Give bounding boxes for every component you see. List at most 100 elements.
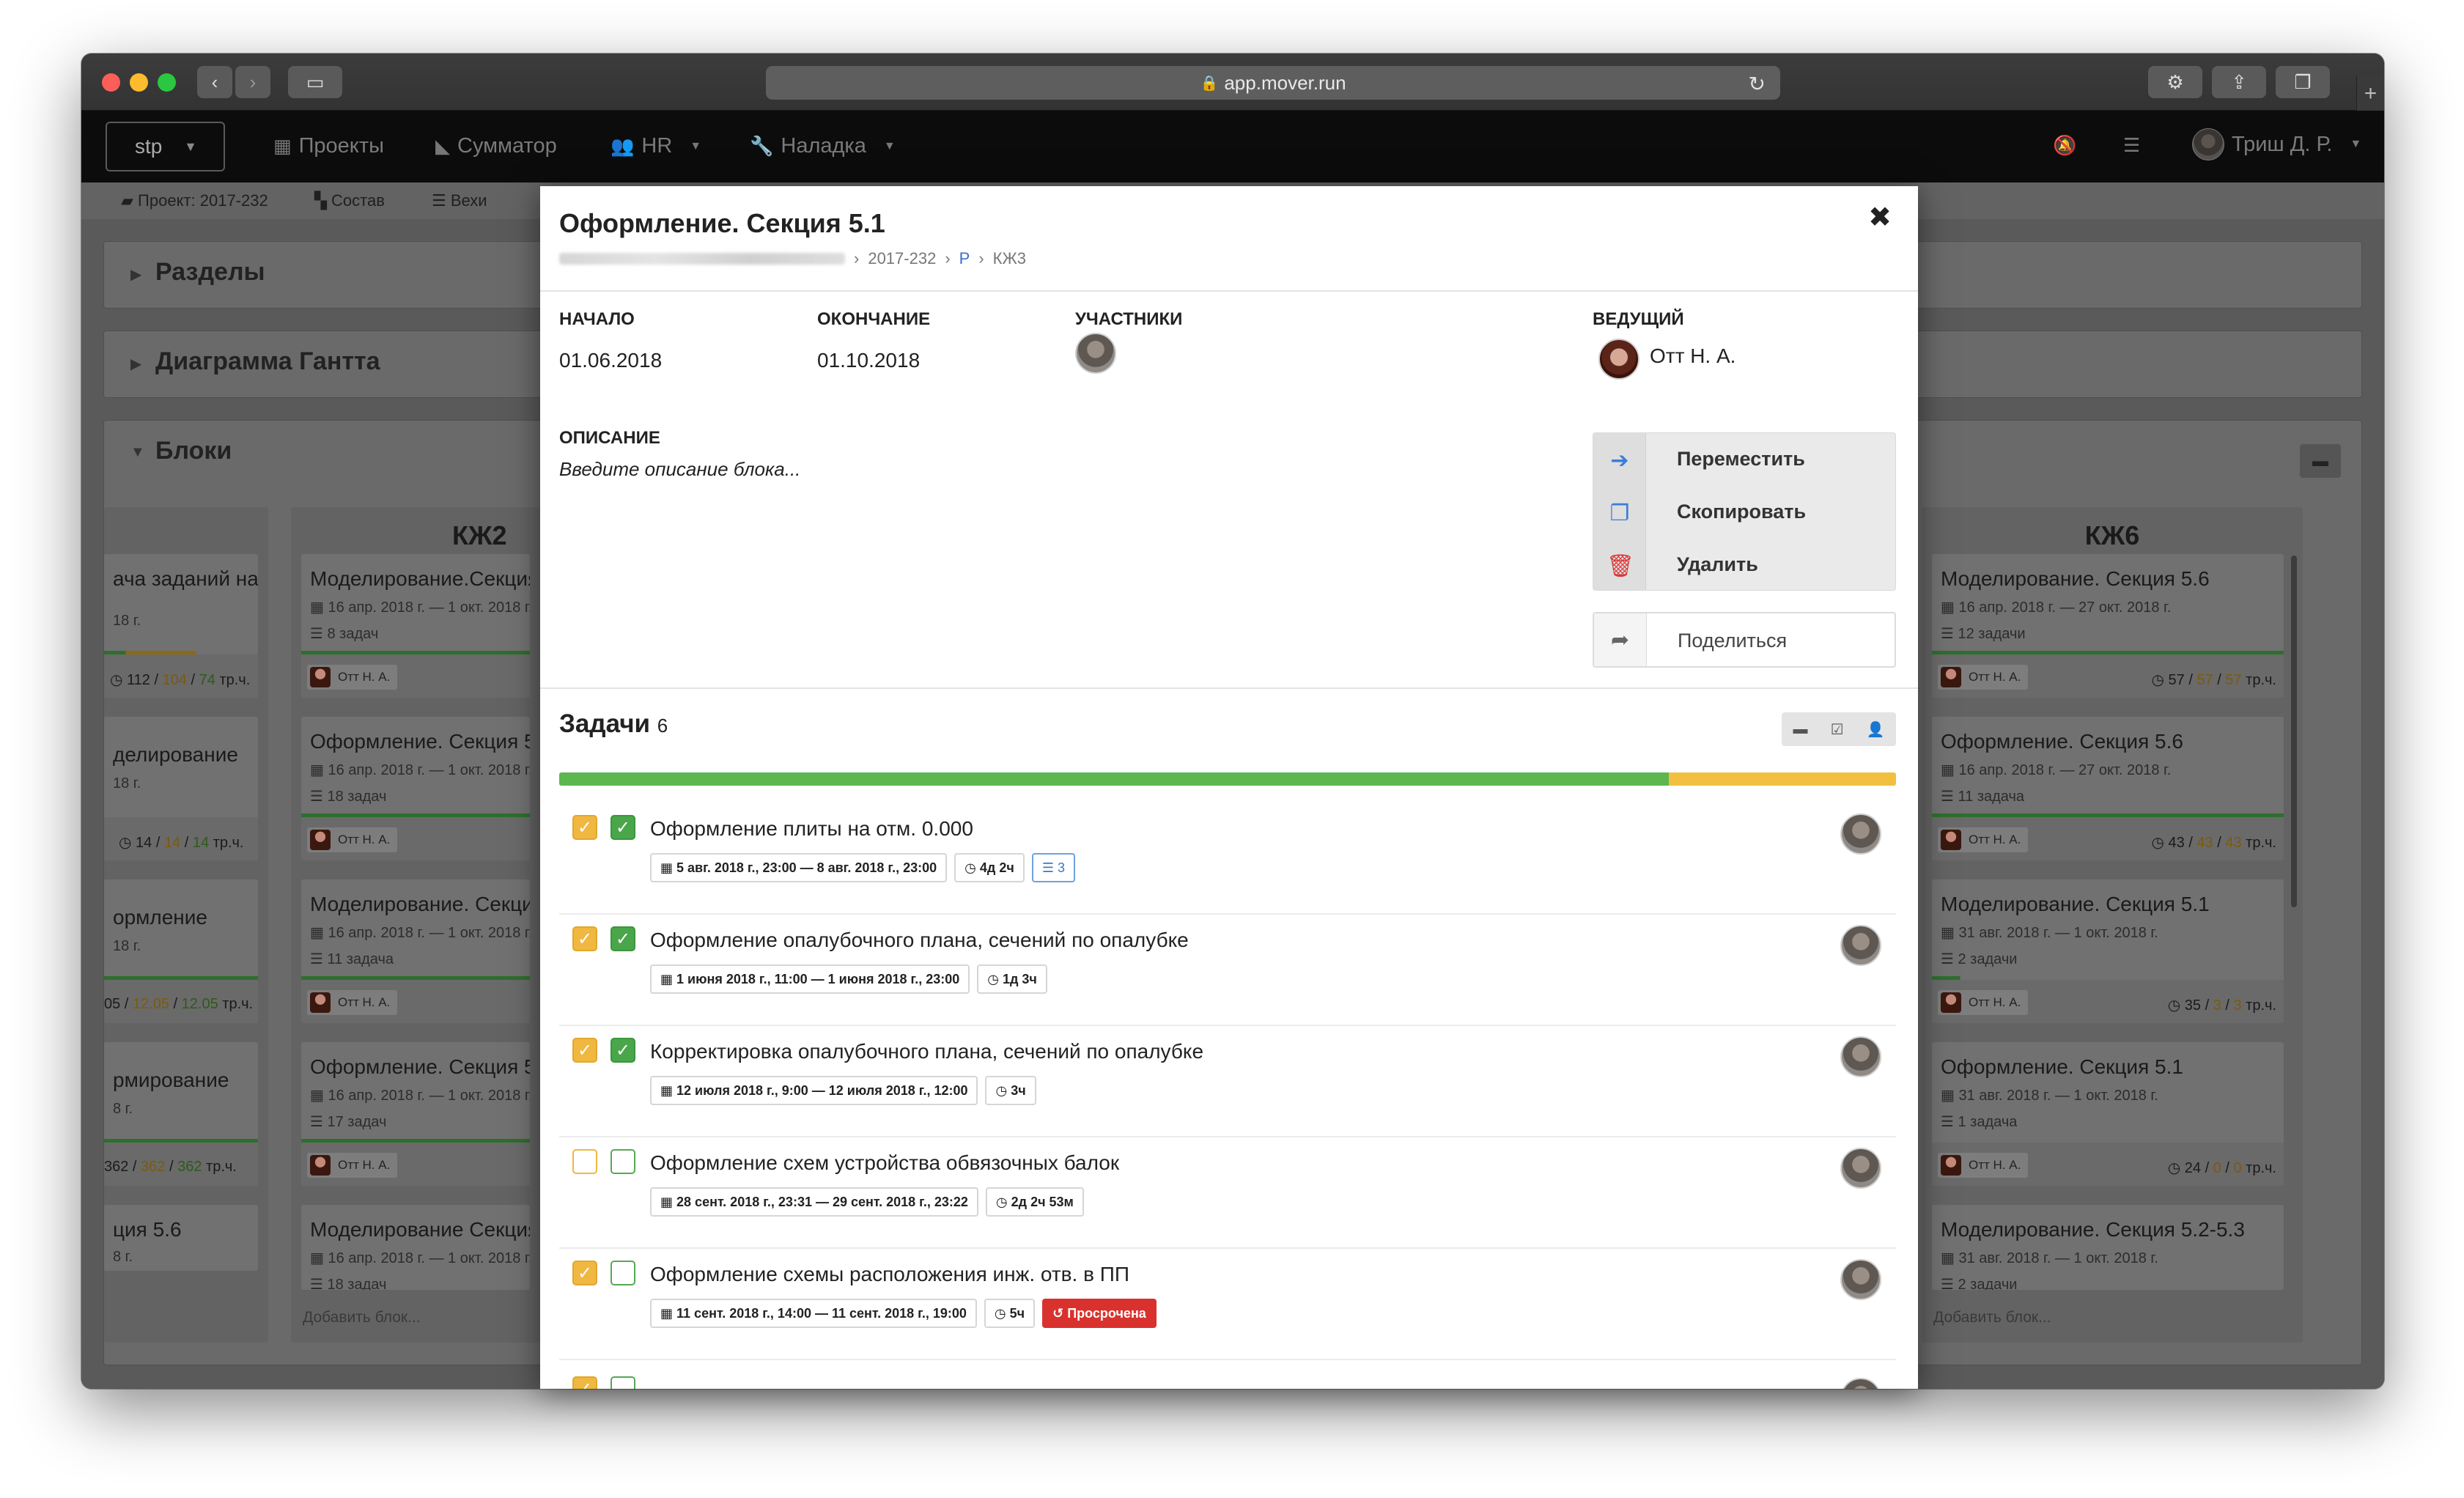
task-assignee-avatar[interactable]	[1840, 813, 1881, 855]
project-select[interactable]: stp ▼	[106, 122, 225, 171]
task-title[interactable]: Корректировка опалубочного плана, сечени…	[650, 1040, 1203, 1063]
add-block-link[interactable]: Добавить блок...	[1933, 1309, 2051, 1327]
share-button[interactable]: ➦ Поделиться	[1593, 612, 1896, 668]
subtasks-badge[interactable]: ☰ 3	[1031, 853, 1075, 882]
task-assignee-avatar[interactable]	[1840, 1378, 1881, 1389]
block-card[interactable]: Оформление. Секция 5.6 ▦ 16 апр. 2018 г.…	[1932, 717, 2284, 860]
back-button[interactable]: ‹	[197, 66, 232, 98]
task-review-checkbox[interactable]: ✓	[572, 1038, 597, 1063]
url-text: app.mover.run	[1224, 71, 1346, 94]
add-block-link[interactable]: Добавить блок...	[303, 1309, 421, 1327]
task-row[interactable]: Оформление схем устройства обвязочных ба…	[559, 1137, 1896, 1249]
task-dates-badge: ▦ 11 сент. 2018 г., 14:00 — 11 сент. 201…	[650, 1299, 977, 1328]
copy-button[interactable]: ❐ Скопировать	[1593, 486, 1895, 539]
block-card[interactable]: Моделирование. Секци ▦ 16 апр. 2018 г. —…	[301, 879, 530, 1023]
block-card[interactable]: Моделирование Секция ▦ 16 апр. 2018 г. —…	[301, 1205, 530, 1290]
column-title: КЖ6	[2084, 520, 2140, 550]
minimize-window-button[interactable]	[130, 73, 148, 92]
share-page-button[interactable]: ⇪	[2212, 66, 2266, 98]
block-card[interactable]: ача заданий на 18 г. ◷ 112 / 104 / 74 тр…	[104, 554, 258, 698]
block-card[interactable]: Моделирование. Секция 5.6 ▦ 16 апр. 2018…	[1932, 554, 2284, 698]
user-name: Триш Д. Р.	[2232, 132, 2333, 156]
close-icon[interactable]: ✖	[1868, 201, 1892, 234]
block-card[interactable]: ция 5.6 8 г.	[104, 1205, 258, 1271]
column-scrollbar[interactable]	[2291, 556, 2297, 907]
task-done-checkbox[interactable]: ✓	[611, 926, 635, 951]
nav-setup-label: Наладка	[781, 134, 866, 158]
tabs-overview-button[interactable]: ❐	[2276, 66, 2330, 98]
breadcrumb-stage[interactable]: Р	[959, 249, 970, 268]
subnav-composition[interactable]: ▚ Состав	[314, 191, 385, 210]
block-card[interactable]: Моделирование. Секция 5.1 ▦ 31 авг. 2018…	[1932, 879, 2284, 1023]
new-tab-button[interactable]: +	[2356, 76, 2384, 111]
block-card[interactable]: Моделирование.Секция ▦ 16 апр. 2018 г. —…	[301, 554, 530, 698]
maximize-window-button[interactable]	[158, 73, 176, 92]
breadcrumb-project[interactable]: 2017-232	[868, 249, 936, 268]
settings-button[interactable]: ⚙	[2148, 66, 2202, 98]
user-icon[interactable]: 👤	[1867, 720, 1885, 739]
start-date[interactable]: 01.06.2018	[559, 349, 662, 372]
blocks-panel-toggle-button[interactable]: ▬	[2300, 444, 2341, 478]
task-done-checkbox[interactable]	[611, 1261, 635, 1285]
lead-name[interactable]: Отт Н. А.	[1650, 344, 1736, 368]
task-row-partial[interactable]: ✓	[559, 1360, 1896, 1389]
block-card[interactable]: Оформление. Секция 5. ▦ 16 апр. 2018 г. …	[301, 1042, 530, 1186]
task-done-checkbox[interactable]	[611, 1149, 635, 1174]
task-row[interactable]: ✓ ✓ Корректировка опалубочного плана, се…	[559, 1026, 1896, 1137]
delete-button[interactable]: 🗑 Удалить	[1593, 539, 1895, 591]
notifications-button[interactable]: 🔕	[2053, 134, 2076, 157]
task-assignee-avatar[interactable]	[1840, 1148, 1881, 1189]
task-title[interactable]: Оформление опалубочного плана, сечений п…	[650, 929, 1189, 952]
block-card[interactable]: Оформление. Секция 5. ▦ 16 апр. 2018 г. …	[301, 717, 530, 860]
block-card[interactable]: рмирование 8 г. 362 / 362 / 362 тр.ч.	[104, 1042, 258, 1186]
nav-projects[interactable]: ▦ Проекты	[273, 134, 384, 158]
sidebar-toggle-button[interactable]: ▭	[288, 66, 342, 98]
subnav-milestones[interactable]: ☰ Вехи	[432, 191, 487, 210]
check-square-icon[interactable]: ☑	[1831, 720, 1844, 739]
forward-button[interactable]: ›	[235, 66, 270, 98]
collapse-icon[interactable]: ▬	[1793, 721, 1808, 738]
owner-avatar	[1941, 1155, 1961, 1176]
block-card[interactable]: ормление 18 г. 05 / 12.05 / 12.05 тр.ч.	[104, 879, 258, 1023]
nav-summator[interactable]: ◣ Сумматор	[435, 134, 557, 158]
end-date[interactable]: 01.10.2018	[817, 349, 920, 372]
block-card[interactable]: Моделирование. Секция 5.2-5.3 ▦ 31 авг. …	[1932, 1205, 2284, 1290]
card-footer: Отт Н. А.	[301, 980, 530, 1023]
caret-down-icon[interactable]: ▼	[130, 444, 145, 461]
task-done-checkbox[interactable]: ✓	[611, 1038, 635, 1063]
nav-setup[interactable]: 🔧 Наладка ▼	[750, 134, 896, 158]
close-window-button[interactable]	[102, 73, 120, 92]
address-bar[interactable]: 🔒 app.mover.run ↻	[766, 66, 1780, 100]
task-review-checkbox[interactable]: ✓	[572, 1261, 597, 1285]
task-title[interactable]: Оформление схем устройства обвязочных ба…	[650, 1151, 1119, 1175]
task-row[interactable]: ✓ ✓ Оформление опалубочного плана, сечен…	[559, 915, 1896, 1026]
card-date: 18 г.	[113, 938, 141, 954]
breadcrumb-section[interactable]: КЖ3	[993, 249, 1026, 268]
task-assignee-avatar[interactable]	[1840, 925, 1881, 966]
task-badges: ▦ 12 июля 2018 г., 9:00 — 12 июля 2018 г…	[650, 1076, 1036, 1105]
task-row[interactable]: ✓ ✓ Оформление плиты на отм. 0.000 ▦ 5 а…	[559, 803, 1896, 915]
task-duration-badge: ◷ 1д 3ч	[977, 964, 1047, 994]
task-review-checkbox[interactable]: ✓	[572, 1376, 597, 1389]
task-title[interactable]: Оформление плиты на отм. 0.000	[650, 817, 973, 841]
block-card[interactable]: делирование 18 г. ◷ 14 / 14 / 14 тр.ч.	[104, 717, 258, 860]
task-review-checkbox[interactable]: ✓	[572, 815, 597, 840]
task-assignee-avatar[interactable]	[1840, 1259, 1881, 1300]
task-row[interactable]: ✓ Оформление схемы расположения инж. отв…	[559, 1249, 1896, 1360]
card-title: Оформление. Секция 5.1	[1941, 1055, 2183, 1078]
tasks-list-button[interactable]: ☰	[2123, 134, 2140, 157]
task-review-checkbox[interactable]: ✓	[572, 926, 597, 951]
task-review-checkbox[interactable]	[572, 1149, 597, 1174]
reload-icon[interactable]: ↻	[1749, 72, 1766, 96]
nav-hr[interactable]: 👥 HR ▼	[611, 134, 701, 158]
move-button[interactable]: ➔ Переместить	[1593, 433, 1895, 486]
participant-avatar[interactable]	[1075, 333, 1116, 374]
user-menu[interactable]: Триш Д. Р. ▼	[2192, 128, 2361, 160]
task-done-checkbox[interactable]	[611, 1376, 635, 1389]
block-card[interactable]: Оформление. Секция 5.1 ▦ 31 авг. 2018 г.…	[1932, 1042, 2284, 1186]
task-done-checkbox[interactable]: ✓	[611, 815, 635, 840]
subnav-project[interactable]: ▰ Проект: 2017-232	[121, 191, 268, 210]
task-title[interactable]: Оформление схемы расположения инж. отв. …	[650, 1263, 1129, 1286]
task-assignee-avatar[interactable]	[1840, 1036, 1881, 1077]
description-field[interactable]: Введите описание блока...	[559, 458, 800, 481]
